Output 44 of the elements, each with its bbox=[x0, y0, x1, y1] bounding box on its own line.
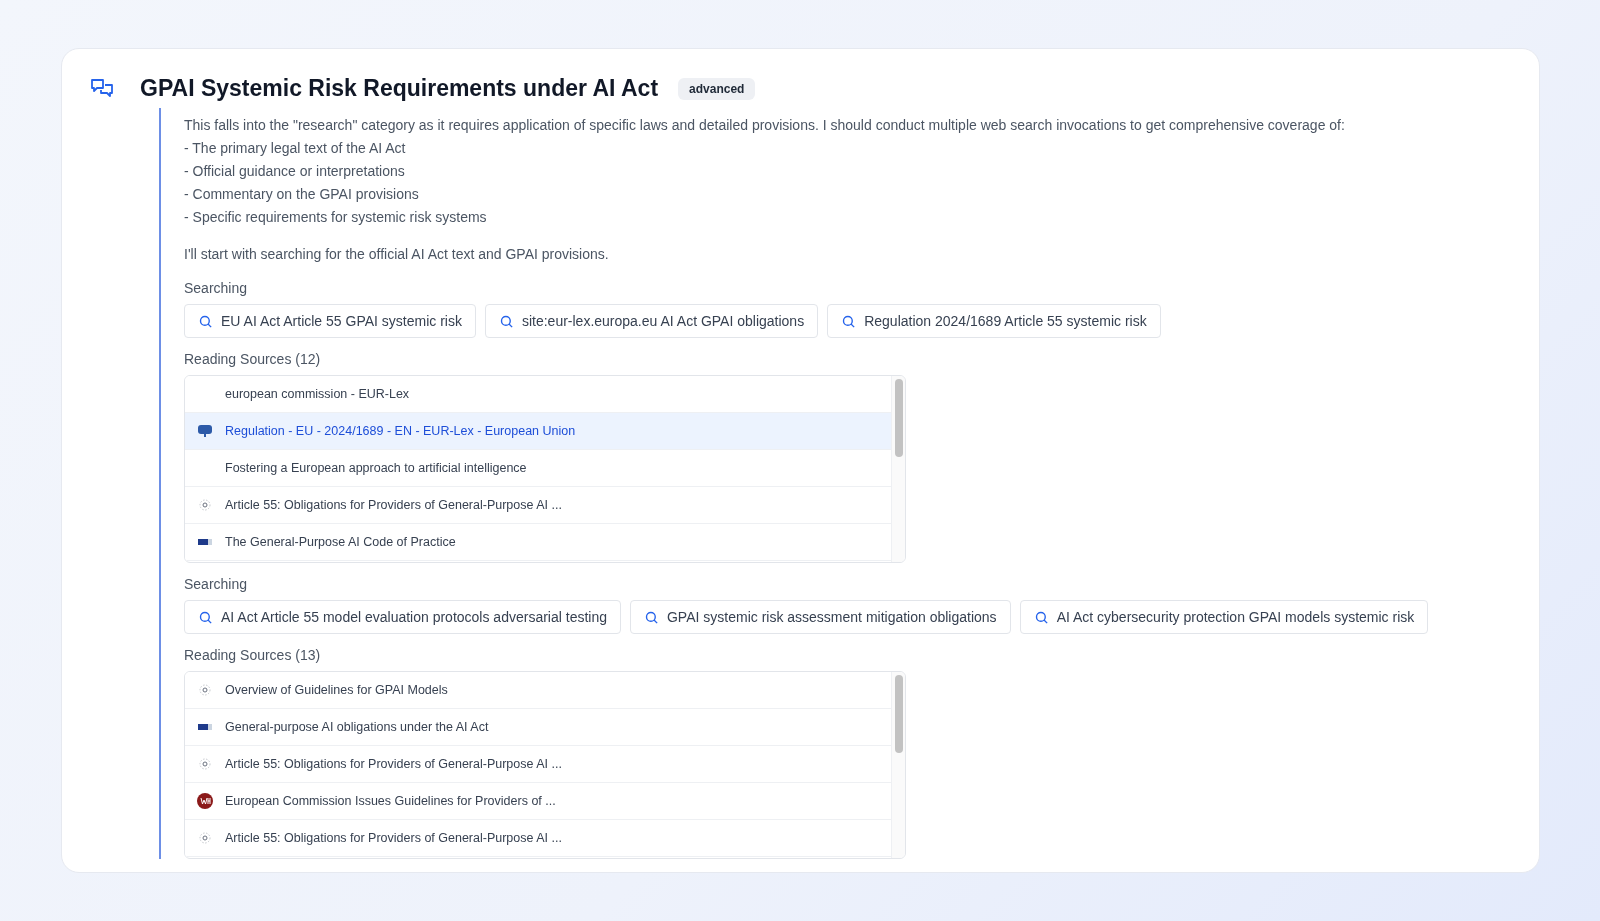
source-item[interactable]: european commission - EUR-Lex bbox=[185, 376, 891, 413]
source-title: Overview of Guidelines for GPAI Models bbox=[225, 683, 448, 697]
flag-icon bbox=[198, 723, 212, 731]
source-title: Article 55: Obligations for Providers of General-Purpose AI ... bbox=[225, 498, 562, 512]
search-query-chip[interactable]: site:eur-lex.europa.eu AI Act GPAI obligations bbox=[484, 304, 819, 338]
search-icon bbox=[198, 609, 213, 625]
search-icon bbox=[498, 313, 514, 329]
monitor-icon bbox=[197, 424, 213, 438]
dot-circle-icon bbox=[199, 684, 211, 696]
section-label: Reading Sources (12) bbox=[184, 351, 322, 367]
source-title: The General-Purpose AI Code of Practice bbox=[225, 535, 456, 549]
section-label: Reading Sources (13) bbox=[184, 647, 322, 663]
scrollbar-thumb[interactable] bbox=[895, 379, 903, 457]
flag-icon bbox=[198, 538, 212, 546]
source-title: Article 55: Obligations for Providers of General-Purpose AI ... bbox=[225, 831, 562, 845]
search-icon bbox=[841, 313, 857, 329]
page-title: GPAI Systemic Risk Requirements under AI Act bbox=[140, 75, 659, 102]
search-icon bbox=[644, 609, 659, 625]
dot-circle-icon bbox=[199, 832, 211, 844]
scrollbar-thumb[interactable] bbox=[895, 675, 903, 753]
dot-circle-icon bbox=[199, 499, 211, 511]
source-title: european commission - EUR-Lex bbox=[225, 387, 410, 401]
source-title: General-purpose AI obligations under the AI Act bbox=[225, 720, 489, 734]
search-icon bbox=[1033, 609, 1049, 625]
chat-bubbles-icon bbox=[90, 77, 114, 100]
search-query-chip[interactable]: Regulation 2024/1689 Article 55 systemic risk bbox=[827, 304, 1161, 338]
source-item[interactable]: Regulation - EU - 2024/1689 - EN - EUR-Lex - European Union bbox=[185, 413, 891, 450]
search-query-chip[interactable]: AI Act Article 55 model evaluation protocols adversarial testing bbox=[184, 600, 621, 634]
source-title: Article 55: Obligations for Providers of General-Purpose AI ... bbox=[225, 757, 562, 771]
source-title: Fostering a European approach to artificial intelligence bbox=[225, 461, 527, 475]
source-item[interactable]: Overview of Guidelines for GPAI Models bbox=[185, 672, 891, 709]
source-title: Regulation - EU - 2024/1689 - EN - EUR-Lex - European Union bbox=[225, 424, 576, 438]
search-query-chip[interactable]: EU AI Act Article 55 GPAI systemic risk bbox=[184, 304, 476, 338]
round-logo-icon bbox=[197, 793, 213, 809]
search-icon bbox=[198, 313, 213, 329]
dot-circle-icon bbox=[199, 758, 211, 770]
search-query-chip[interactable]: AI Act cybersecurity protection GPAI models systemic risk bbox=[1019, 600, 1429, 634]
reasoning-text: I'll start with searching for the official AI Act text and GPAI provisions. bbox=[184, 245, 610, 264]
section-label: Searching bbox=[184, 280, 249, 296]
level-tag: advanced bbox=[678, 77, 756, 100]
reasoning-text: This falls into the "research" category as it requires application of specific laws and detailed provisions. I should conduct multiple web search invocations to get comprehensive coverage of: - The primary legal text of the AI Act - Official guidance or interpretations - Commentary on the GPAI provisions - Specific requirements for systemic risk systems bbox=[184, 116, 1346, 227]
source-title: European Commission Issues Guidelines for Providers of ... bbox=[225, 794, 556, 808]
search-query-chip[interactable]: GPAI systemic risk assessment mitigation obligations bbox=[630, 600, 1011, 634]
section-label: Searching bbox=[184, 576, 249, 592]
